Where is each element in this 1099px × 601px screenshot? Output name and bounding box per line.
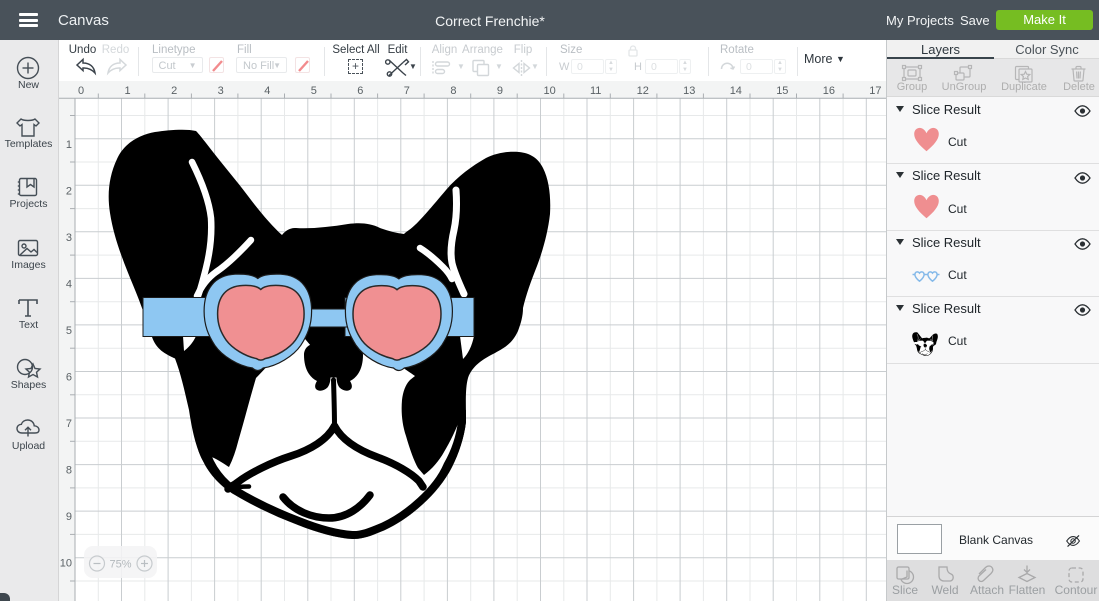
svg-text:5: 5 [311, 85, 317, 97]
svg-text:12: 12 [637, 85, 649, 97]
svg-text:2: 2 [171, 85, 177, 97]
svg-text:4: 4 [264, 85, 270, 97]
svg-text:6: 6 [357, 85, 363, 97]
svg-text:2: 2 [66, 185, 72, 197]
svg-text:1: 1 [66, 139, 72, 151]
svg-text:7: 7 [404, 85, 410, 97]
svg-text:10: 10 [60, 558, 72, 570]
svg-text:4: 4 [66, 278, 72, 290]
svg-text:13: 13 [683, 85, 695, 97]
svg-text:0: 0 [78, 85, 84, 97]
svg-text:6: 6 [66, 372, 72, 384]
svg-text:11: 11 [590, 85, 601, 97]
svg-text:10: 10 [544, 85, 556, 97]
svg-text:1: 1 [125, 85, 131, 97]
svg-text:7: 7 [66, 418, 72, 430]
svg-text:3: 3 [66, 232, 72, 244]
svg-text:9: 9 [497, 85, 503, 97]
svg-text:3: 3 [218, 85, 224, 97]
svg-text:8: 8 [66, 465, 72, 477]
svg-text:9: 9 [66, 511, 72, 523]
svg-text:15: 15 [776, 85, 788, 97]
svg-text:8: 8 [450, 85, 456, 97]
svg-text:16: 16 [823, 85, 835, 97]
svg-text:5: 5 [66, 325, 72, 337]
svg-text:75%: 75% [109, 559, 131, 571]
svg-text:14: 14 [730, 85, 742, 97]
